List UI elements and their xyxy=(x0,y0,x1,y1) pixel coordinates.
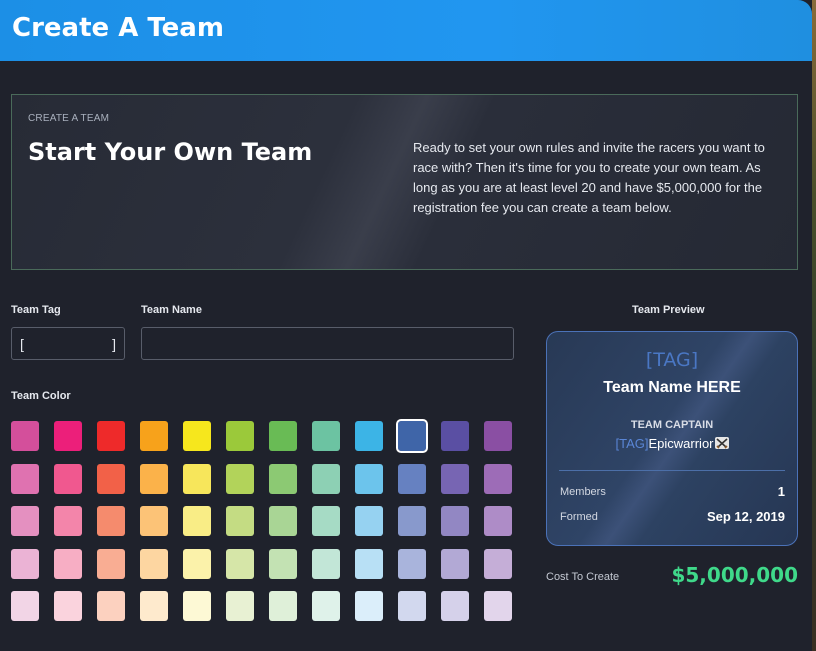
color-swatch[interactable] xyxy=(396,419,428,453)
cost-label: Cost To Create xyxy=(546,571,620,583)
tag-close-bracket: ] xyxy=(112,336,116,352)
banner-description: Ready to set your own rules and invite t… xyxy=(413,140,765,215)
color-swatch[interactable] xyxy=(140,591,168,621)
color-swatch[interactable] xyxy=(183,506,211,536)
preview-captain-tag: [TAG] xyxy=(615,436,649,451)
color-swatch[interactable] xyxy=(11,464,39,494)
crossed-swords-icon xyxy=(714,437,729,449)
color-swatch[interactable] xyxy=(355,506,383,536)
banner-heading: Start Your Own Team xyxy=(28,138,313,166)
color-swatch[interactable] xyxy=(398,506,426,536)
color-swatch[interactable] xyxy=(226,464,254,494)
preview-captain-label: TEAM CAPTAIN xyxy=(630,419,714,431)
color-swatch[interactable] xyxy=(355,421,383,451)
page-title: Create A Team xyxy=(12,13,224,43)
color-swatch[interactable] xyxy=(312,549,340,579)
color-swatch[interactable] xyxy=(97,421,125,451)
preview-captain: [TAG]Epicwarrior xyxy=(547,436,797,451)
color-swatch[interactable] xyxy=(441,549,469,579)
color-swatch[interactable] xyxy=(312,591,340,621)
team-tag-input[interactable] xyxy=(30,334,108,354)
color-swatch[interactable] xyxy=(312,464,340,494)
color-swatch[interactable] xyxy=(54,591,82,621)
color-swatch[interactable] xyxy=(140,464,168,494)
team-tag-field[interactable]: [ ] xyxy=(11,327,125,360)
team-name-label: Team Name xyxy=(141,304,202,316)
color-swatch[interactable] xyxy=(140,421,168,451)
preview-members-label: Members xyxy=(560,486,606,498)
color-swatch[interactable] xyxy=(226,591,254,621)
color-swatch[interactable] xyxy=(269,506,297,536)
color-swatch[interactable] xyxy=(441,506,469,536)
color-swatch[interactable] xyxy=(484,549,512,579)
color-swatch[interactable] xyxy=(269,464,297,494)
color-swatch[interactable] xyxy=(183,591,211,621)
color-swatch[interactable] xyxy=(226,421,254,451)
cost-value: $5,000,000 xyxy=(671,563,798,587)
color-swatch[interactable] xyxy=(355,591,383,621)
color-swatch[interactable] xyxy=(54,421,82,451)
color-swatch[interactable] xyxy=(183,549,211,579)
team-name-input[interactable] xyxy=(141,327,514,360)
color-swatch[interactable] xyxy=(226,506,254,536)
background-edge xyxy=(812,0,816,651)
color-swatch[interactable] xyxy=(54,549,82,579)
preview-team-name: Team Name HERE xyxy=(603,379,741,396)
color-swatch[interactable] xyxy=(269,421,297,451)
color-swatch[interactable] xyxy=(54,464,82,494)
color-swatch[interactable] xyxy=(11,549,39,579)
preview-divider xyxy=(559,470,785,471)
color-swatch[interactable] xyxy=(226,549,254,579)
banner-eyebrow: CREATE A TEAM xyxy=(28,113,110,124)
color-swatch[interactable] xyxy=(398,464,426,494)
color-swatch[interactable] xyxy=(484,591,512,621)
color-swatch[interactable] xyxy=(398,549,426,579)
color-swatch[interactable] xyxy=(11,421,39,451)
color-swatch[interactable] xyxy=(269,549,297,579)
color-swatch[interactable] xyxy=(97,549,125,579)
intro-banner: CREATE A TEAM Start Your Own Team Ready … xyxy=(11,94,798,270)
color-swatch[interactable] xyxy=(140,506,168,536)
color-swatch[interactable] xyxy=(11,506,39,536)
page-header: Create A Team xyxy=(0,0,812,61)
preview-formed-value: Sep 12, 2019 xyxy=(706,509,785,524)
team-color-label: Team Color xyxy=(11,390,71,402)
color-swatch[interactable] xyxy=(183,421,211,451)
color-swatch[interactable] xyxy=(355,464,383,494)
color-swatch[interactable] xyxy=(441,591,469,621)
color-swatch[interactable] xyxy=(484,506,512,536)
color-swatch[interactable] xyxy=(484,421,512,451)
team-preview-label: Team Preview xyxy=(632,304,705,316)
preview-captain-name: Epicwarrior xyxy=(648,436,714,451)
color-swatch[interactable] xyxy=(441,421,469,451)
team-color-palette xyxy=(11,419,515,621)
preview-formed-label: Formed xyxy=(560,511,598,523)
preview-team-tag: [TAG] xyxy=(645,349,699,371)
color-swatch[interactable] xyxy=(269,591,297,621)
team-preview-card: [TAG] Team Name HERE TEAM CAPTAIN [TAG]E… xyxy=(546,331,798,546)
color-swatch[interactable] xyxy=(11,591,39,621)
color-swatch[interactable] xyxy=(484,464,512,494)
color-swatch[interactable] xyxy=(441,464,469,494)
color-swatch[interactable] xyxy=(97,506,125,536)
color-swatch[interactable] xyxy=(54,506,82,536)
color-swatch[interactable] xyxy=(355,549,383,579)
color-swatch[interactable] xyxy=(312,506,340,536)
preview-members-value: 1 xyxy=(777,484,785,499)
tag-open-bracket: [ xyxy=(20,336,24,352)
color-swatch[interactable] xyxy=(97,464,125,494)
color-swatch[interactable] xyxy=(183,464,211,494)
color-swatch[interactable] xyxy=(312,421,340,451)
color-swatch[interactable] xyxy=(97,591,125,621)
team-tag-label: Team Tag xyxy=(11,304,61,316)
color-swatch[interactable] xyxy=(398,591,426,621)
color-swatch[interactable] xyxy=(140,549,168,579)
